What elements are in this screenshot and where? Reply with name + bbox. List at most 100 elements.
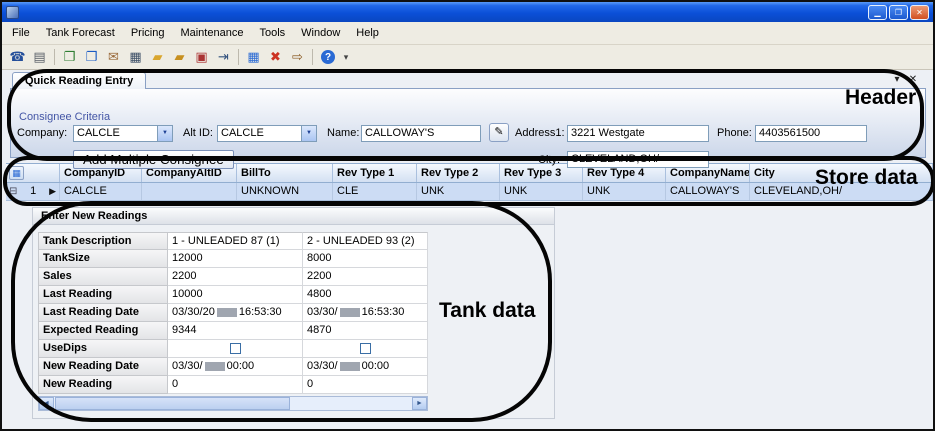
row-label-sales: Sales (38, 268, 168, 286)
cell-revtype3[interactable]: UNK (500, 183, 583, 200)
cell-billto[interactable]: UNKNOWN (237, 183, 333, 200)
toolbar-separator (312, 49, 313, 65)
window-blue-icon[interactable]: ❐ (81, 48, 102, 67)
enter-new-readings-title: Enter New Readings (33, 208, 554, 225)
tank1-usedips-cell (168, 340, 303, 358)
row-label-expected-reading: Expected Reading (38, 322, 168, 340)
chevron-down-icon[interactable]: ▼ (157, 126, 172, 141)
document-icon[interactable]: ▤ (29, 48, 50, 67)
cell-companyname[interactable]: CALLOWAY'S (666, 183, 750, 200)
name-field[interactable]: CALLOWAY'S (361, 125, 481, 142)
scrollbar-thumb[interactable] (55, 397, 290, 410)
tank1-last-reading[interactable]: 10000 (168, 286, 303, 304)
mail-icon[interactable]: ✉ (103, 48, 124, 67)
consignee-criteria-label: Consignee Criteria (19, 111, 110, 123)
scroll-right-icon[interactable]: ► (412, 397, 427, 410)
tank2-expected-reading[interactable]: 4870 (303, 322, 428, 340)
alt-id-label: Alt ID: (183, 125, 213, 142)
chevron-down-icon[interactable]: ▼ (301, 126, 316, 141)
column-header-revtype1[interactable]: Rev Type 1 (333, 164, 417, 182)
phone-icon[interactable]: ☎ (7, 48, 28, 67)
readings-table: Tank Description 1 - UNLEADED 87 (1) 2 -… (38, 232, 428, 394)
tank1-new-reading-input[interactable]: 0 (168, 376, 303, 394)
address1-field[interactable]: 3221 Westgate (567, 125, 709, 142)
folder-open-icon[interactable]: ▰ (169, 48, 190, 67)
cell-revtype2[interactable]: UNK (417, 183, 500, 200)
company-select[interactable]: CALCLE ▼ (73, 125, 173, 142)
table-row[interactable]: ⊟ 1 ▶ CALCLE UNKNOWN CLE UNK UNK UNK CAL… (6, 183, 933, 201)
horizontal-scrollbar[interactable]: ◄ ► (38, 396, 428, 411)
collapse-row-icon[interactable]: ⊟ (9, 183, 17, 200)
date-time: 16:53:30 (239, 306, 282, 318)
tank2-last-reading-date[interactable]: 03/30/16:53:30 (303, 304, 428, 322)
menu-file[interactable]: File (4, 24, 38, 42)
column-header-billto[interactable]: BillTo (237, 164, 333, 182)
consignee-criteria-body: Consignee Criteria Company: CALCLE ▼ Alt… (10, 88, 926, 158)
chart-icon[interactable]: ▦ (125, 48, 146, 67)
company-value: CALCLE (74, 126, 157, 141)
date-prefix: 03/30/ (307, 306, 338, 318)
tank2-last-reading[interactable]: 4800 (303, 286, 428, 304)
folder-icon[interactable]: ▰ (147, 48, 168, 67)
menu-tank-forecast[interactable]: Tank Forecast (38, 24, 123, 42)
company-label: Company: (17, 125, 67, 142)
save-icon[interactable]: ▣ (191, 48, 212, 67)
column-header-city[interactable]: City (750, 164, 933, 182)
scroll-left-icon[interactable]: ◄ (39, 397, 54, 410)
table-icon[interactable]: ▦ (243, 48, 264, 67)
redaction-box (340, 308, 360, 317)
export-icon[interactable]: ⇥ (213, 48, 234, 67)
current-row-icon: ▶ (49, 183, 56, 200)
cell-revtype1[interactable]: CLE (333, 183, 417, 200)
tank2-new-reading-date[interactable]: 03/30/00:00 (303, 358, 428, 376)
menu-maintenance[interactable]: Maintenance (172, 24, 251, 42)
tank1-sales[interactable]: 2200 (168, 268, 303, 286)
row-handle-cell[interactable]: ⊟ 1 ▶ (6, 183, 60, 200)
tank2-new-reading-input[interactable]: 0 (303, 376, 428, 394)
quick-reading-entry-panel: Quick Reading Entry ▾ ✕ Consignee Criter… (10, 72, 926, 158)
title-bar[interactable]: ▁ ❐ ✕ (2, 2, 933, 22)
panel-close-icon[interactable]: ✕ (906, 74, 920, 85)
tank2-sales[interactable]: 2200 (303, 268, 428, 286)
tank2-description[interactable]: 2 - UNLEADED 93 (2) (303, 232, 428, 250)
date-prefix: 03/30/20 (172, 306, 215, 318)
alt-id-value: CALCLE (218, 126, 301, 141)
menu-pricing[interactable]: Pricing (123, 24, 173, 42)
delete-icon[interactable]: ✖ (265, 48, 286, 67)
cell-revtype4[interactable]: UNK (583, 183, 666, 200)
tank1-description[interactable]: 1 - UNLEADED 87 (1) (168, 232, 303, 250)
exit-icon[interactable]: ⇨ (287, 48, 308, 67)
tank2-usedips-cell (303, 340, 428, 358)
toolbar-separator (238, 49, 239, 65)
tank1-new-reading-date[interactable]: 03/30/00:00 (168, 358, 303, 376)
close-button[interactable]: ✕ (910, 5, 929, 20)
menu-tools[interactable]: Tools (251, 24, 293, 42)
panel-dropdown-icon[interactable]: ▾ (890, 74, 904, 85)
cell-city[interactable]: CLEVELAND,OH/ (750, 183, 933, 200)
minimize-button[interactable]: ▁ (868, 5, 887, 20)
city-field[interactable]: CLEVELAND,OH/ (567, 151, 709, 168)
toolbar-overflow-icon[interactable]: ▾ (340, 48, 352, 67)
menu-window[interactable]: Window (293, 24, 348, 42)
tank1-last-reading-date[interactable]: 03/30/20 16:53:30 (168, 304, 303, 322)
grid-selector-icon[interactable]: ▦ (9, 166, 24, 180)
menu-help[interactable]: Help (348, 24, 387, 42)
help-icon[interactable]: ? (321, 50, 335, 64)
add-multiple-consignee-button[interactable]: Add Multiple Consignee (73, 150, 234, 169)
edit-pencil-icon[interactable]: ✎ (489, 123, 509, 142)
cell-companyaltid[interactable] (142, 183, 237, 200)
tab-quick-reading-entry[interactable]: Quick Reading Entry (12, 72, 146, 89)
phone-field[interactable]: 4403561500 (755, 125, 867, 142)
tank1-size[interactable]: 12000 (168, 250, 303, 268)
usedips-checkbox[interactable] (360, 343, 371, 354)
tank1-expected-reading[interactable]: 9344 (168, 322, 303, 340)
tank2-size[interactable]: 8000 (303, 250, 428, 268)
alt-id-select[interactable]: CALCLE ▼ (217, 125, 317, 142)
column-header-revtype2[interactable]: Rev Type 2 (417, 164, 500, 182)
cell-companyid[interactable]: CALCLE (60, 183, 142, 200)
row-label-last-reading-date: Last Reading Date (38, 304, 168, 322)
window-green-icon[interactable]: ❐ (59, 48, 80, 67)
maximize-button[interactable]: ❐ (889, 5, 908, 20)
usedips-checkbox[interactable] (230, 343, 241, 354)
app-window: ▁ ❐ ✕ File Tank Forecast Pricing Mainten… (0, 0, 935, 431)
